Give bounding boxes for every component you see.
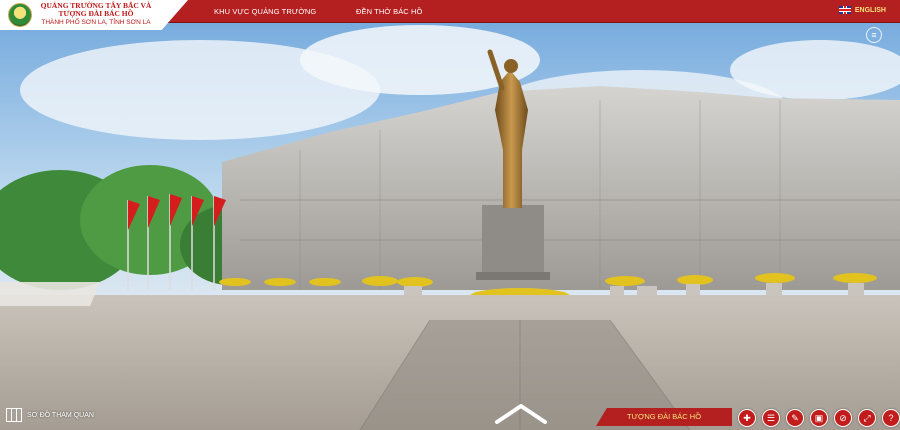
scene-illustration	[0, 0, 900, 430]
menu-icon[interactable]: ≡	[866, 27, 882, 43]
help-icon[interactable]: ?	[882, 409, 900, 427]
panorama-view[interactable]	[0, 0, 900, 430]
logo-icon	[8, 3, 32, 27]
language-switch[interactable]: ENGLISH	[838, 6, 886, 14]
toolbar: ✚ ☰ ✎ ▣ ⊘ ⤢ ?	[738, 409, 900, 427]
chevron-up-icon[interactable]	[493, 402, 549, 424]
map-icon	[6, 408, 22, 422]
fullscreen-icon[interactable]: ⤢	[858, 409, 876, 427]
document-icon[interactable]: ☰	[762, 409, 780, 427]
site-subtitle: THÀNH PHỐ SƠN LA, TỈNH SƠN LA	[41, 19, 151, 26]
tour-map-button[interactable]: SƠ ĐỒ THAM QUAN	[6, 408, 94, 422]
tour-map-label: SƠ ĐỒ THAM QUAN	[27, 411, 94, 419]
nav-item-quang-truong[interactable]: KHU VỰC QUẢNG TRƯỜNG	[214, 7, 316, 16]
gallery-icon[interactable]: ▣	[810, 409, 828, 427]
current-scene-label[interactable]: TƯỢNG ĐÀI BÁC HỒ	[596, 408, 732, 426]
site-brand[interactable]: QUẢNG TRƯỜNG TÂY BẮC VÀ TƯỢNG ĐÀI BÁC HỒ…	[0, 0, 188, 30]
zoom-in-icon[interactable]: ✚	[738, 409, 756, 427]
no-audio-icon[interactable]: ⊘	[834, 409, 852, 427]
language-label: ENGLISH	[854, 6, 886, 14]
nav-item-den-tho[interactable]: ĐỀN THỜ BÁC HỒ	[356, 7, 422, 16]
edit-icon[interactable]: ✎	[786, 409, 804, 427]
site-title: QUẢNG TRƯỜNG TÂY BẮC VÀ TƯỢNG ĐÀI BÁC HỒ	[40, 1, 152, 18]
uk-flag-icon	[838, 6, 851, 14]
